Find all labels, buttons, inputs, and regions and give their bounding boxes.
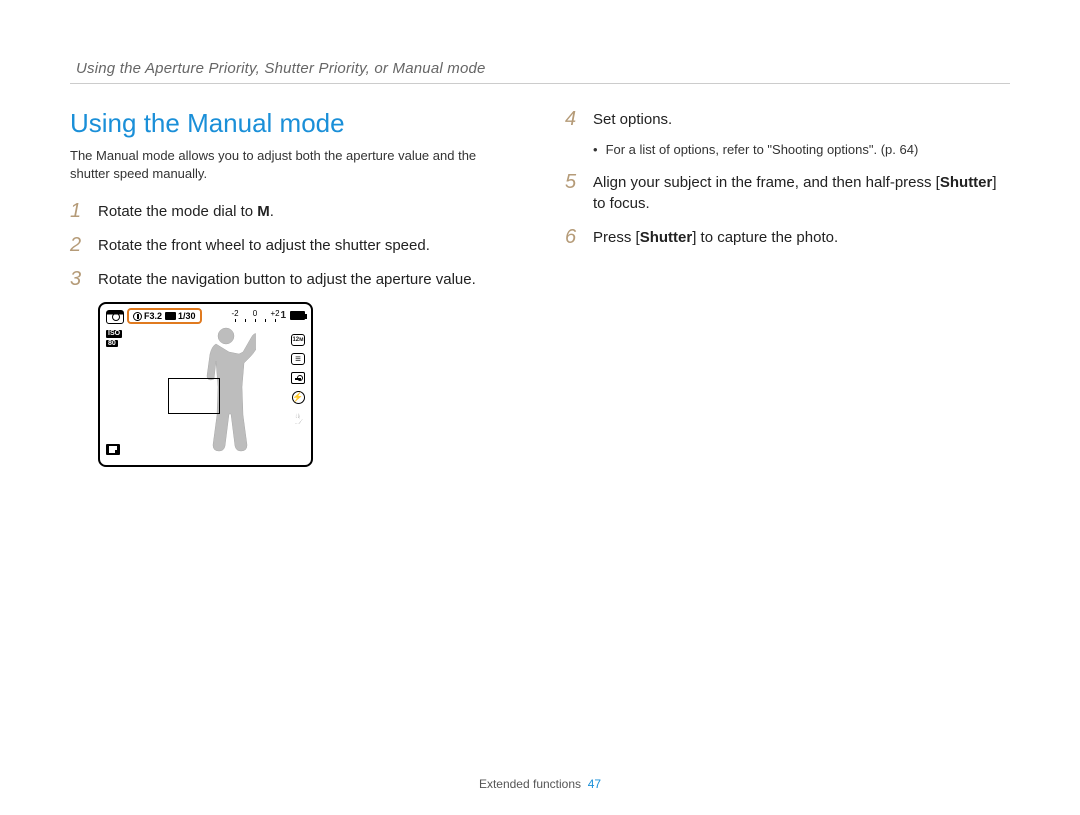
aperture-icon	[133, 312, 142, 321]
step-pre: Press [	[593, 229, 640, 246]
focus-frame	[168, 378, 220, 414]
step-pre: Rotate the mode dial to	[98, 203, 257, 220]
ev-tick: +2	[270, 309, 280, 318]
section-heading: Using the Manual mode	[70, 108, 515, 139]
ois-icon	[291, 411, 305, 425]
exposure-highlight: F3.2 1/30	[127, 308, 202, 324]
step-text: Rotate the mode dial to M.	[98, 200, 515, 222]
quality-icon	[291, 353, 305, 365]
ev-tick: -2	[230, 309, 240, 318]
camera-lcd: F3.2 1/30 -2 0 +2 1 ISO	[98, 302, 313, 467]
manual-page: Using the Aperture Priority, Shutter Pri…	[0, 0, 1080, 815]
step-text: Press [Shutter] to capture the photo.	[593, 226, 1010, 248]
step-pre: Align your subject in the frame, and the…	[593, 174, 940, 191]
ev-tick: 0	[250, 309, 260, 318]
page-footer: Extended functions 47	[0, 777, 1080, 791]
step-5: 5 Align your subject in the frame, and t…	[565, 171, 1010, 214]
image-size-icon	[291, 334, 305, 346]
mode-m-icon: M	[257, 203, 270, 220]
iso-value: 80	[106, 340, 118, 347]
flash-icon	[292, 391, 305, 404]
battery-icon	[290, 311, 305, 320]
top-right-status: 1	[280, 310, 305, 321]
step-post: ] to capture the photo.	[692, 229, 838, 246]
shutter-label: Shutter	[940, 174, 993, 191]
lcd-preview: F3.2 1/30 -2 0 +2 1 ISO	[98, 302, 515, 467]
aperture-value: F3.2	[144, 311, 162, 321]
step-number: 5	[565, 171, 583, 193]
bullet-text: For a list of options, refer to "Shootin…	[606, 142, 919, 157]
storage-icon	[106, 444, 120, 455]
step-1: 1 Rotate the mode dial to M.	[70, 200, 515, 222]
footer-section: Extended functions	[479, 777, 581, 791]
page-number: 47	[588, 777, 601, 791]
shutter-label: Shutter	[640, 229, 693, 246]
step-4-bullet: For a list of options, refer to "Shootin…	[593, 142, 1010, 157]
metering-icon	[291, 372, 305, 384]
step-post: .	[270, 203, 274, 220]
step-6: 6 Press [Shutter] to capture the photo.	[565, 226, 1010, 248]
step-text: Rotate the front wheel to adjust the shu…	[98, 234, 515, 256]
step-text: Rotate the navigation button to adjust t…	[98, 268, 515, 290]
right-icon-column	[291, 334, 305, 425]
right-column: 4 Set options. For a list of options, re…	[565, 108, 1010, 467]
iso-label: ISO	[106, 330, 122, 338]
step-3: 3 Rotate the navigation button to adjust…	[70, 268, 515, 290]
step-number: 4	[565, 108, 583, 130]
camera-mode-icon	[106, 310, 124, 324]
step-number: 6	[565, 226, 583, 248]
shots-remaining: 1	[280, 310, 286, 321]
breadcrumb: Using the Aperture Priority, Shutter Pri…	[70, 60, 1010, 84]
step-number: 1	[70, 200, 88, 222]
ev-scale: -2 0 +2	[230, 309, 280, 318]
shutter-value: 1/30	[178, 311, 196, 321]
step-number: 2	[70, 234, 88, 256]
step-4: 4 Set options.	[565, 108, 1010, 130]
step-2: 2 Rotate the front wheel to adjust the s…	[70, 234, 515, 256]
left-column: Using the Manual mode The Manual mode al…	[70, 108, 515, 467]
shutter-icon	[165, 312, 176, 320]
step-text: Set options.	[593, 108, 1010, 130]
intro-paragraph: The Manual mode allows you to adjust bot…	[70, 147, 515, 182]
step-text: Align your subject in the frame, and the…	[593, 171, 1010, 214]
step-number: 3	[70, 268, 88, 290]
content-columns: Using the Manual mode The Manual mode al…	[70, 108, 1010, 467]
